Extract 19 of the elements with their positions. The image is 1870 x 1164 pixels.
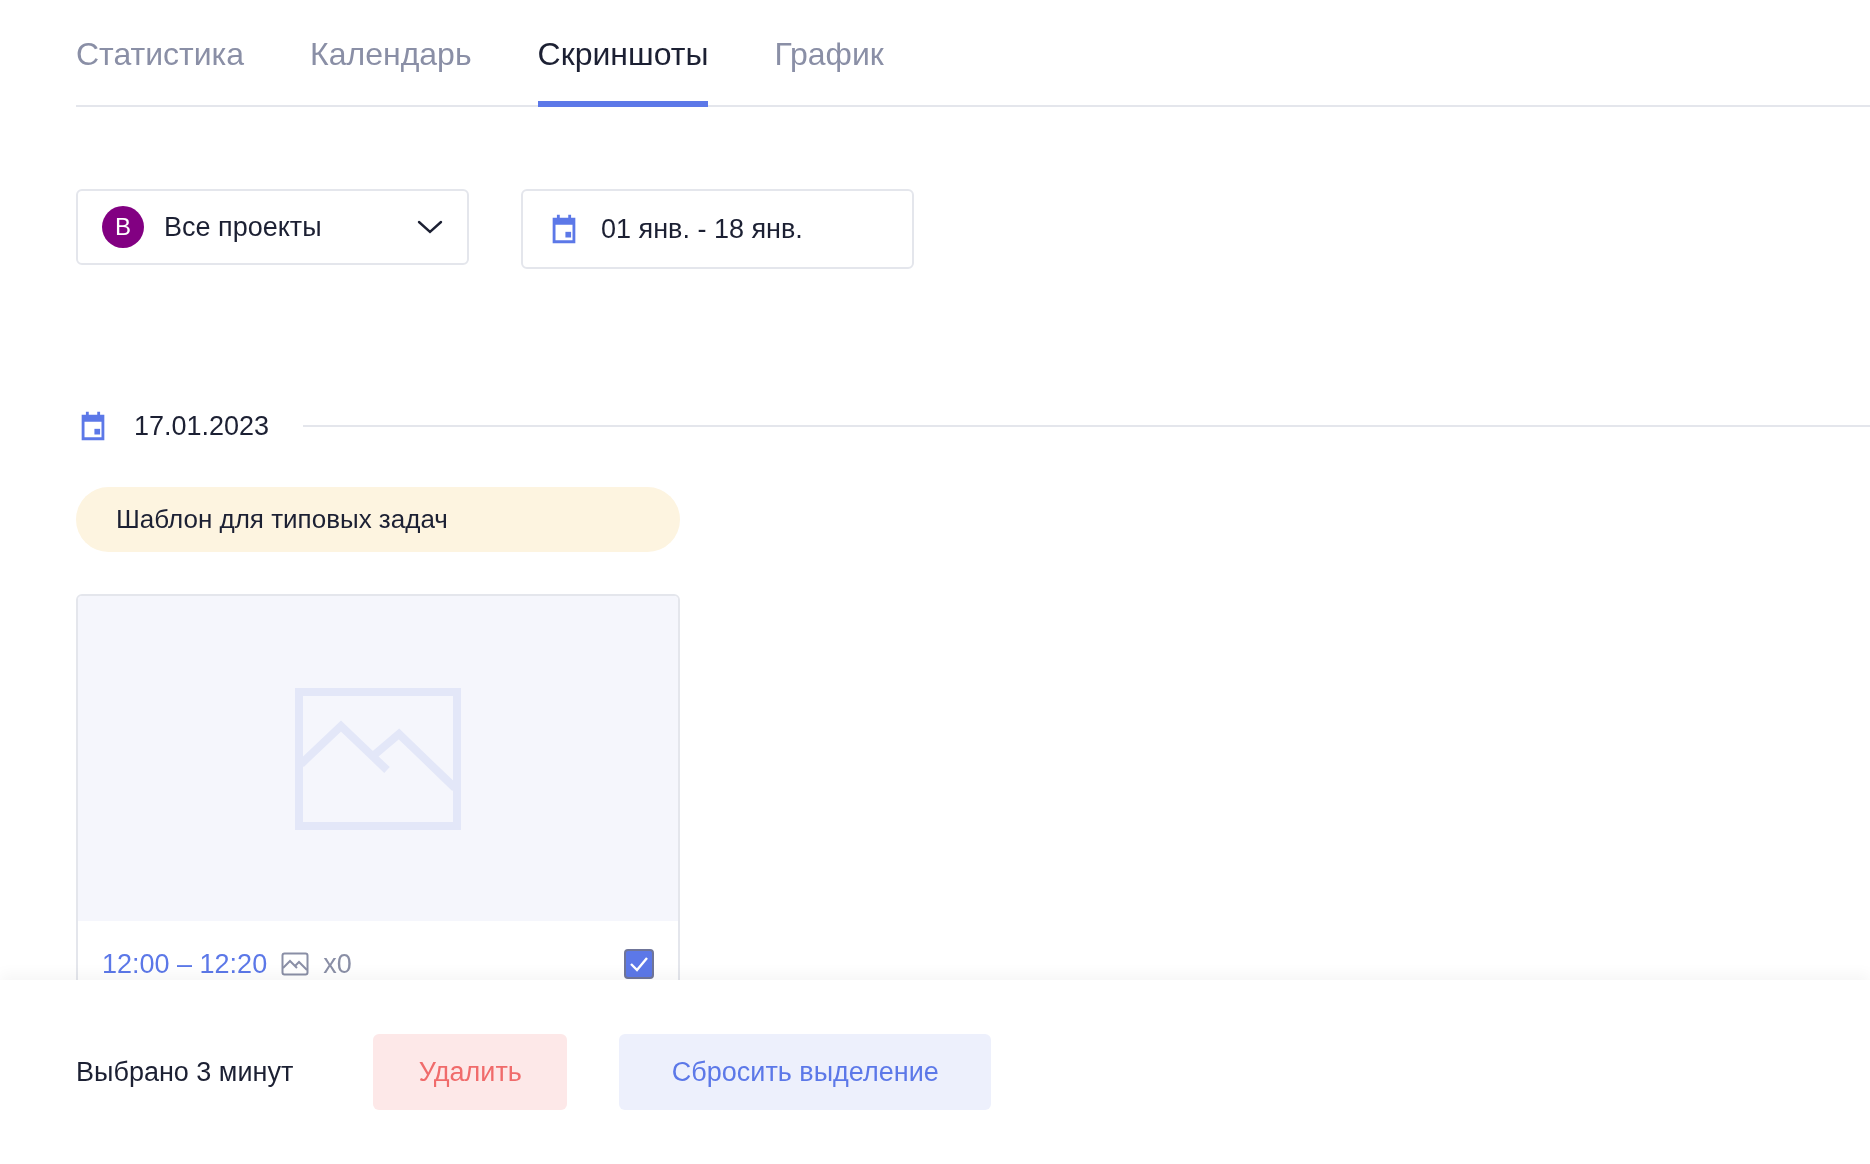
day-date: 17.01.2023	[134, 410, 270, 442]
tab[interactable]: Скриншоты	[537, 36, 709, 107]
tab[interactable]: График	[774, 36, 884, 107]
tab[interactable]: Статистика	[76, 36, 245, 107]
date-range-picker[interactable]: 01 янв. - 18 янв.	[521, 189, 914, 269]
image-icon	[281, 952, 310, 976]
chevron-down-icon	[417, 219, 443, 235]
selection-summary: Выбрано 3 минут	[76, 1056, 294, 1088]
delete-button[interactable]: Удалить	[373, 1034, 568, 1110]
tab[interactable]: Календарь	[310, 36, 472, 107]
check-icon	[629, 956, 649, 972]
reset-selection-button[interactable]: Сбросить выделение	[619, 1034, 992, 1110]
project-avatar: В	[102, 206, 144, 248]
screenshot-card[interactable]: 12:00 – 12:20 x0	[76, 594, 680, 980]
time-range: 12:00 – 12:20	[102, 948, 268, 980]
project-dropdown[interactable]: В Все проекты	[76, 189, 469, 265]
checkbox[interactable]	[624, 949, 654, 979]
task-tag: Шаблон для типовых задач	[76, 487, 680, 552]
screenshot-count: x0	[323, 948, 353, 980]
